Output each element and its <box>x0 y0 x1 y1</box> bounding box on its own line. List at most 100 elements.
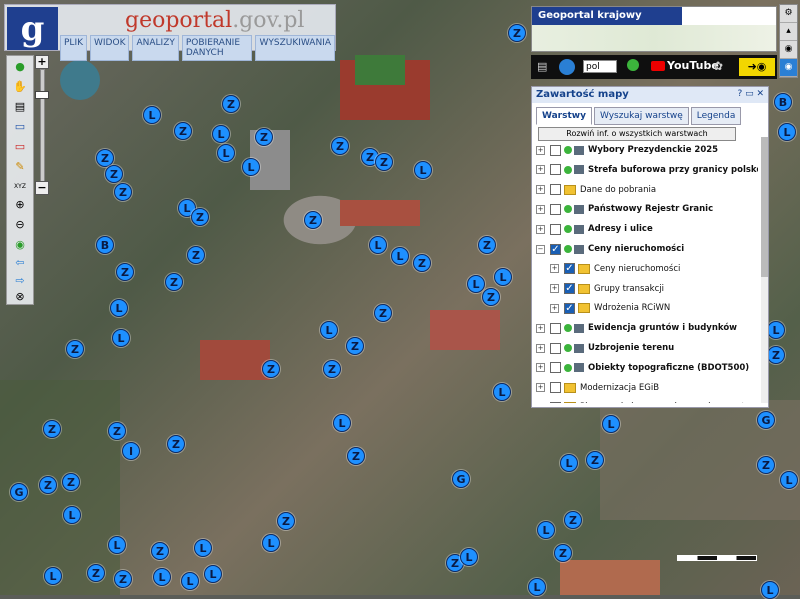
globe-icon[interactable]: ◉ <box>13 238 27 252</box>
map-marker[interactable]: Z <box>374 304 392 322</box>
map-marker[interactable]: Z <box>114 570 132 588</box>
map-marker[interactable]: L <box>112 329 130 347</box>
map-marker[interactable]: L <box>761 581 779 599</box>
map-marker[interactable]: G <box>452 470 470 488</box>
layers-icon[interactable]: ▤ <box>13 100 27 114</box>
zoom-minus-button[interactable]: − <box>35 181 49 195</box>
expand-toggle-icon[interactable]: + <box>536 225 545 234</box>
layer-row[interactable]: +Ewidencja gruntów i budynków <box>536 319 737 337</box>
panel-scrollbar[interactable] <box>761 137 768 403</box>
map-marker[interactable]: L <box>391 247 409 265</box>
map-marker[interactable]: Z <box>62 473 80 491</box>
menu-wyszukiwania[interactable]: WYSZUKIWANIA <box>255 35 335 61</box>
language-select[interactable]: pol <box>583 60 617 73</box>
layer-row[interactable]: +Modernizacja EGiB <box>536 379 659 397</box>
menu-pobieranie-danych[interactable]: POBIERANIE DANYCH <box>182 35 253 61</box>
overview-map[interactable]: Geoportal krajowy <box>531 6 777 52</box>
map-marker[interactable]: Z <box>167 435 185 453</box>
accessibility-icon[interactable]: ✿ <box>713 59 723 73</box>
map-marker[interactable]: Z <box>586 451 604 469</box>
eye-active-icon[interactable]: ◉ <box>780 59 797 77</box>
map-marker[interactable]: L <box>194 539 212 557</box>
zoom-in-icon[interactable]: ⊕ <box>13 198 27 212</box>
select-area-icon[interactable]: ▭ <box>13 120 27 134</box>
eye-icon[interactable]: ◉ <box>780 41 797 59</box>
map-marker[interactable]: Z <box>554 544 572 562</box>
zoom-track[interactable] <box>40 69 45 183</box>
map-marker[interactable]: L <box>63 506 81 524</box>
expand-toggle-icon[interactable]: + <box>536 363 545 372</box>
map-marker[interactable]: Z <box>114 183 132 201</box>
map-marker[interactable]: Z <box>331 137 349 155</box>
map-marker[interactable]: B <box>96 236 114 254</box>
map-marker[interactable]: Z <box>347 447 365 465</box>
expand-all-button[interactable]: Rozwiń inf. o wszystkich warstwach <box>538 127 736 141</box>
panel-controls-icon[interactable]: ? ▭ ✕ <box>737 89 764 99</box>
map-marker[interactable]: Z <box>323 360 341 378</box>
map-marker[interactable]: L <box>369 236 387 254</box>
map-marker[interactable]: L <box>217 144 235 162</box>
expand-toggle-icon[interactable]: − <box>536 245 545 254</box>
help-icon[interactable] <box>627 59 639 71</box>
map-marker[interactable]: G <box>757 411 775 429</box>
layer-row[interactable]: +✓Grupy transakcji <box>550 280 664 298</box>
youtube-link[interactable]: YouTube <box>651 59 719 72</box>
map-marker[interactable]: L <box>560 454 578 472</box>
contrast-eye-icon[interactable]: ➜◉ <box>739 58 775 76</box>
expand-toggle-icon[interactable]: + <box>550 304 559 313</box>
expand-toggle-icon[interactable]: + <box>536 344 545 353</box>
layer-checkbox[interactable]: ✓ <box>564 263 575 274</box>
expand-toggle-icon[interactable]: + <box>536 205 545 214</box>
map-marker[interactable]: Z <box>375 153 393 171</box>
pencil-icon[interactable]: ✎ <box>13 160 27 174</box>
layer-row[interactable]: +Planowanie i zagospodarowanie przestrze… <box>536 398 758 403</box>
map-marker[interactable]: L <box>537 521 555 539</box>
map-marker[interactable]: Z <box>43 420 61 438</box>
map-marker[interactable]: Z <box>105 165 123 183</box>
geoportal-badge-icon[interactable] <box>559 59 575 75</box>
map-marker[interactable]: L <box>108 536 126 554</box>
map-marker[interactable]: L <box>242 158 260 176</box>
map-marker[interactable]: L <box>262 534 280 552</box>
map-marker[interactable]: G <box>10 483 28 501</box>
layer-checkbox[interactable] <box>550 323 561 334</box>
layer-row[interactable]: +Adresy i ulice <box>536 220 653 238</box>
map-marker[interactable]: L <box>767 321 785 339</box>
map-marker[interactable]: Z <box>564 511 582 529</box>
zoom-slider[interactable]: + − <box>35 55 49 195</box>
crosshair-icon[interactable]: ⊗ <box>13 290 27 304</box>
map-marker[interactable]: L <box>204 565 222 583</box>
zoom-out-icon[interactable]: ⊖ <box>13 218 27 232</box>
tab-wyszukaj-warstwe[interactable]: Wyszukaj warstwę <box>594 107 689 125</box>
expand-toggle-icon[interactable]: + <box>550 264 559 273</box>
tab-warstwy[interactable]: Warstwy <box>536 107 592 125</box>
map-marker[interactable]: L <box>780 471 798 489</box>
map-marker[interactable]: I <box>122 442 140 460</box>
map-marker[interactable]: L <box>414 161 432 179</box>
layer-row[interactable]: +Dane do pobrania <box>536 181 656 199</box>
map-marker[interactable]: L <box>467 275 485 293</box>
map-marker[interactable]: L <box>493 383 511 401</box>
layer-checkbox[interactable] <box>550 402 561 403</box>
map-marker[interactable]: L <box>143 106 161 124</box>
map-marker[interactable]: Z <box>108 422 126 440</box>
expand-toggle-icon[interactable]: + <box>536 383 545 392</box>
layer-checkbox[interactable] <box>550 164 561 175</box>
settings-icon[interactable]: ⚙ <box>780 5 797 23</box>
map-marker[interactable]: Z <box>87 564 105 582</box>
layer-checkbox[interactable]: ✓ <box>564 303 575 314</box>
layer-checkbox[interactable] <box>550 382 561 393</box>
layer-row[interactable]: +Państwowy Rejestr Granic <box>536 200 713 218</box>
tab-legenda[interactable]: Legenda <box>691 107 742 125</box>
layer-checkbox[interactable] <box>550 204 561 215</box>
layer-row[interactable]: +Uzbrojenie terenu <box>536 339 674 357</box>
layer-checkbox[interactable] <box>550 362 561 373</box>
map-marker[interactable]: Z <box>304 211 322 229</box>
forward-arrow-icon[interactable]: ⇨ <box>13 274 27 288</box>
map-marker[interactable]: Z <box>262 360 280 378</box>
map-marker[interactable]: Z <box>767 346 785 364</box>
map-marker[interactable]: L <box>110 299 128 317</box>
map-marker[interactable]: Z <box>255 128 273 146</box>
map-marker[interactable]: L <box>212 125 230 143</box>
map-marker[interactable]: Z <box>482 288 500 306</box>
